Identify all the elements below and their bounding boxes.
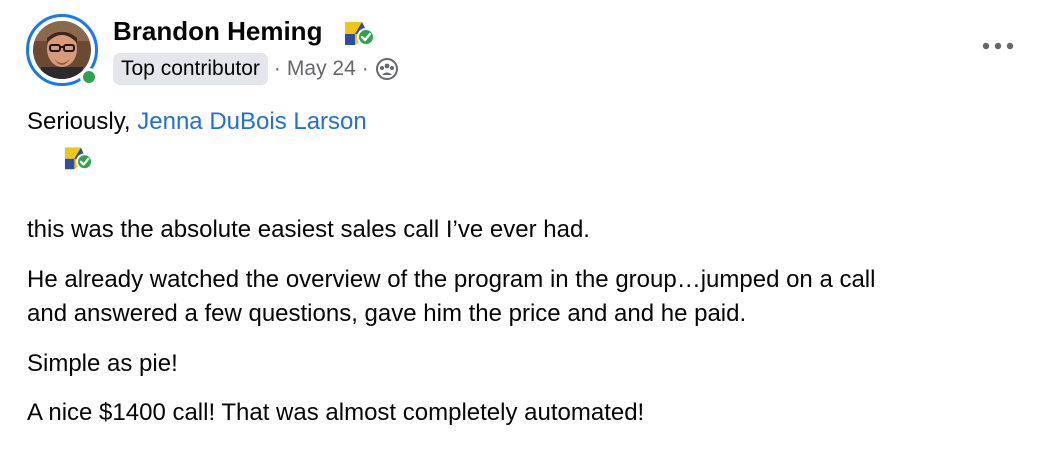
post-paragraph-4: A nice $1400 call! That was almost compl… <box>27 399 645 426</box>
more-options-button[interactable] <box>980 30 1016 62</box>
verified-group-icon[interactable] <box>342 18 376 48</box>
online-status-indicator <box>80 68 98 86</box>
meta-separator: · <box>273 57 281 80</box>
more-horizontal-icon <box>982 42 1014 50</box>
verified-group-icon[interactable] <box>62 144 94 172</box>
author-name[interactable]: Brandon Heming <box>113 14 322 48</box>
post-paragraph-2-line-1: He already watched the overview of the p… <box>27 266 876 293</box>
post-text-line: Seriously, Jenna DuBois Larson <box>27 106 367 138</box>
author-avatar[interactable] <box>26 14 98 86</box>
post-paragraph-2-line-2: and answered a few questions, gave him t… <box>27 300 747 327</box>
post-paragraph-1: this was the absolute easiest sales call… <box>27 216 590 243</box>
group-audience-icon[interactable] <box>375 57 399 81</box>
post-text-intro: Seriously, <box>27 108 138 135</box>
post-paragraph-3: Simple as pie! <box>27 350 178 377</box>
meta-separator: · <box>361 57 369 80</box>
post-date[interactable]: May 24 <box>287 57 356 81</box>
post-meta: Top contributor · May 24 · <box>113 52 399 86</box>
mention-link[interactable]: Jenna DuBois Larson <box>137 108 366 135</box>
top-contributor-badge[interactable]: Top contributor <box>113 53 268 85</box>
